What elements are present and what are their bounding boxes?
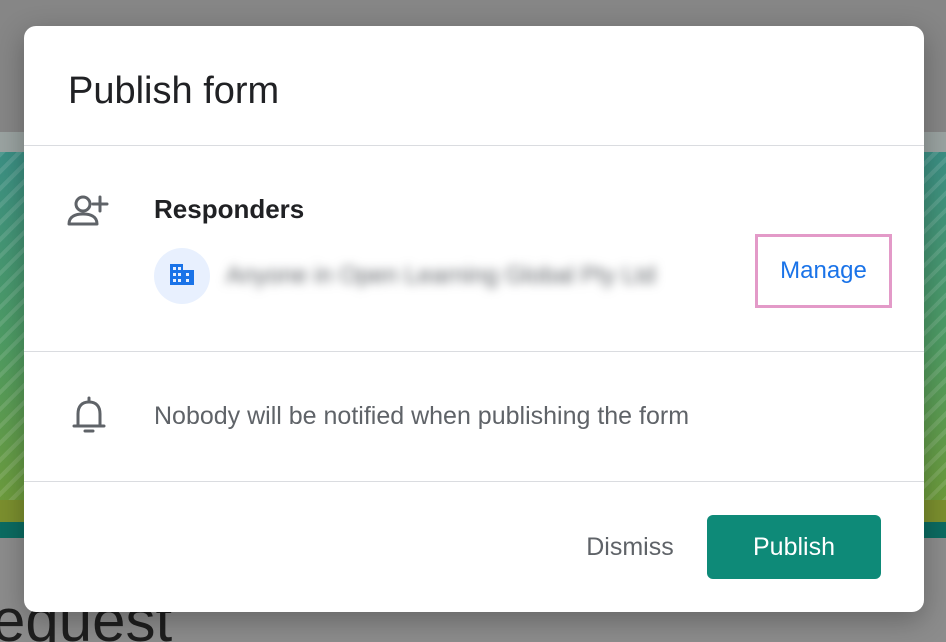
dialog-title: Publish form xyxy=(68,70,280,112)
divider-bottom xyxy=(24,481,924,482)
organization-badge xyxy=(154,248,210,304)
manage-responders-button[interactable]: Manage xyxy=(755,234,892,308)
publish-form-dialog: Publish form Responders Anyone in Open L… xyxy=(24,26,924,612)
person-add-icon xyxy=(66,190,110,234)
publish-button[interactable]: Publish xyxy=(707,515,881,579)
responders-title: Responders xyxy=(154,194,305,224)
domain-icon xyxy=(169,262,195,291)
notification-message: Nobody will be notified when publishing … xyxy=(154,402,690,430)
responders-organization-name: Anyone in Open Learning Global Pty Ltd xyxy=(226,262,656,289)
bell-icon xyxy=(68,394,112,438)
dismiss-button[interactable]: Dismiss xyxy=(560,522,700,572)
divider-middle xyxy=(24,351,924,352)
divider-top xyxy=(24,145,924,146)
